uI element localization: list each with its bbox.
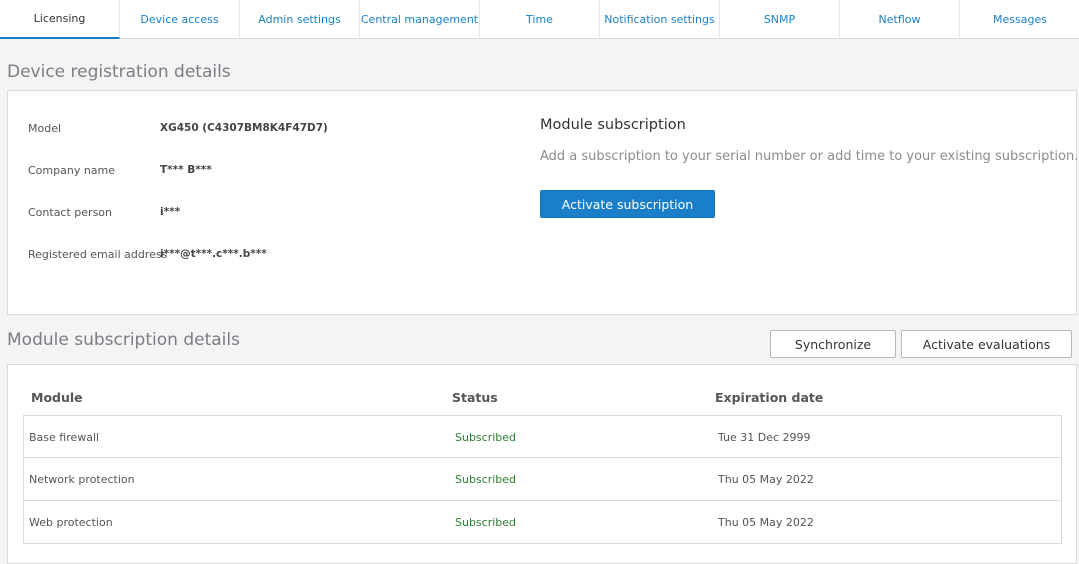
contact-person-label: Contact person [28, 206, 112, 219]
status-cell: Subscribed [455, 516, 517, 529]
activate-evaluations-button[interactable]: Activate evaluations [901, 330, 1072, 358]
module-subscription-description: Add a subscription to your serial number… [540, 149, 1079, 164]
expiration-cell: Thu 05 May 2022 [718, 516, 814, 529]
synchronize-button[interactable]: Synchronize [770, 330, 896, 358]
table-row[interactable]: Base firewall Subscribed Tue 31 Dec 2999 [23, 415, 1062, 458]
activate-subscription-button[interactable]: Activate subscription [540, 190, 715, 218]
column-header-status: Status [452, 390, 498, 405]
expiration-cell: Thu 05 May 2022 [718, 473, 814, 486]
model-label: Model [28, 122, 62, 135]
table-row[interactable]: Web protection Subscribed Thu 05 May 202… [23, 501, 1062, 544]
device-registration-title: Device registration details [7, 62, 231, 82]
subscription-table: Base firewall Subscribed Tue 31 Dec 2999… [23, 415, 1062, 544]
status-cell: Subscribed [455, 431, 517, 444]
company-name-value: T*** B*** [160, 164, 212, 176]
table-row[interactable]: Network protection Subscribed Thu 05 May… [23, 458, 1062, 501]
module-subscription-details-title: Module subscription details [7, 330, 240, 350]
expiration-cell: Tue 31 Dec 2999 [718, 431, 811, 444]
tab-netflow[interactable]: Netflow [840, 0, 960, 38]
tab-admin-settings[interactable]: Admin settings [240, 0, 360, 38]
tab-messages[interactable]: Messages [960, 0, 1079, 38]
tab-notification-settings[interactable]: Notification settings [600, 0, 720, 38]
column-header-expiration: Expiration date [715, 390, 824, 405]
email-value: i***@t***.c***.b*** [160, 248, 267, 260]
contact-person-value: i*** [160, 206, 181, 218]
tab-device-access[interactable]: Device access [120, 0, 240, 38]
module-cell: Web protection [29, 516, 113, 529]
status-cell: Subscribed [455, 473, 517, 486]
email-label: Registered email address [28, 248, 168, 261]
model-value: XG450 (C4307BM8K4F47D7) [160, 122, 328, 134]
module-cell: Base firewall [29, 431, 100, 444]
tab-snmp[interactable]: SNMP [720, 0, 840, 38]
tab-licensing[interactable]: Licensing [0, 0, 120, 39]
device-registration-panel: Model XG450 (C4307BM8K4F47D7) Company na… [7, 90, 1079, 315]
tab-time[interactable]: Time [480, 0, 600, 38]
module-cell: Network protection [29, 473, 135, 486]
tab-central-management[interactable]: Central management [360, 0, 480, 38]
company-name-label: Company name [28, 164, 116, 177]
settings-tab-bar: Licensing Device access Admin settings C… [0, 0, 1079, 39]
module-subscription-heading: Module subscription [540, 117, 686, 133]
column-header-module: Module [31, 390, 83, 405]
